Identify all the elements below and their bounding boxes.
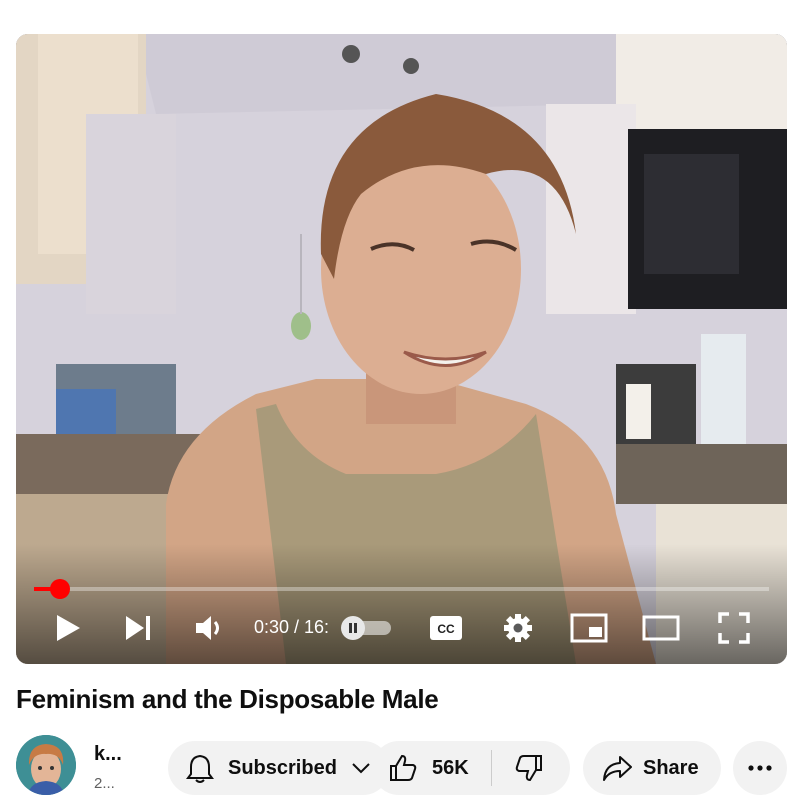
share-icon (601, 754, 633, 782)
more-actions-button[interactable] (733, 741, 787, 795)
autoplay-toggle[interactable] (341, 616, 393, 640)
time-display: 0:30 / 16: (254, 617, 330, 637)
video-player[interactable]: 0:30 / 16: CC (16, 34, 787, 664)
subscribed-button[interactable]: Subscribed (168, 741, 390, 795)
fullscreen-icon (718, 612, 750, 644)
pause-icon (349, 623, 357, 633)
subscribed-label: Subscribed (228, 756, 337, 779)
like-divider (491, 750, 492, 786)
settings-button[interactable] (498, 608, 538, 648)
video-title: Feminism and the Disposable Male (16, 684, 439, 714)
svg-text:CC: CC (437, 622, 455, 636)
miniplayer-icon (570, 613, 608, 643)
play-button[interactable] (50, 608, 86, 648)
progress-bar[interactable] (34, 579, 769, 599)
chevron-down-icon (351, 762, 371, 774)
channel-name[interactable]: k... (94, 743, 122, 766)
fullscreen-button[interactable] (714, 608, 754, 648)
autoplay-knob (341, 616, 365, 640)
miniplayer-button[interactable] (568, 608, 610, 648)
volume-icon (196, 616, 219, 640)
subscriber-count: 2... (94, 775, 115, 792)
dislike-button[interactable] (514, 753, 544, 783)
closed-captions-icon: CC (430, 616, 462, 640)
thumbs-up-icon (390, 754, 417, 781)
captions-button[interactable]: CC (426, 608, 466, 648)
theater-mode-button[interactable] (640, 608, 682, 648)
like-button[interactable] (388, 753, 418, 783)
avatar-image (16, 735, 76, 795)
progress-scrubber[interactable] (49, 579, 70, 599)
share-label: Share (643, 756, 699, 779)
bell-icon (186, 753, 214, 783)
channel-avatar[interactable] (16, 735, 76, 795)
like-count: 56K (432, 756, 469, 779)
more-horizontal-icon (748, 765, 772, 771)
next-icon (126, 616, 150, 640)
next-button[interactable] (120, 608, 156, 648)
thumbs-down-icon (515, 755, 542, 782)
theater-mode-icon (642, 615, 680, 641)
play-icon (57, 615, 80, 641)
share-button[interactable]: Share (583, 741, 721, 795)
volume-button[interactable] (190, 608, 230, 648)
like-dislike-group: 56K (372, 741, 570, 795)
settings-icon (504, 614, 532, 642)
